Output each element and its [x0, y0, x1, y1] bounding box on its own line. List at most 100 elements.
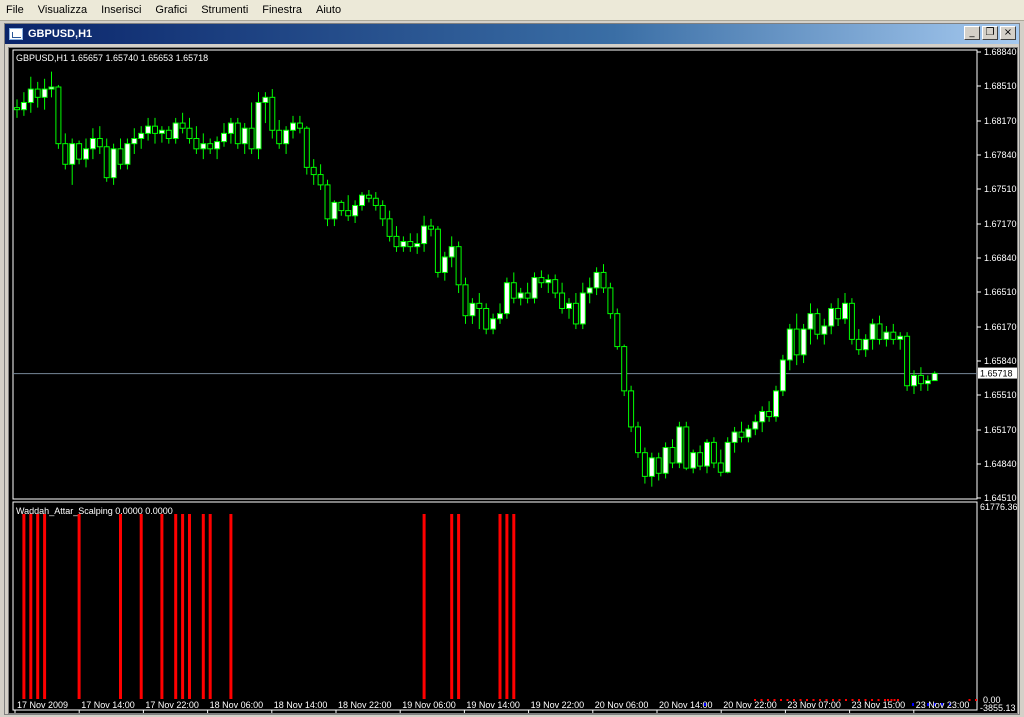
candle-bear	[669, 447, 676, 464]
candle-bull	[566, 302, 572, 309]
candle-bull	[786, 328, 793, 361]
indicator-spike	[208, 514, 212, 699]
candle-bear	[428, 225, 434, 230]
candle-bull	[131, 138, 138, 145]
candle-bear	[717, 462, 724, 473]
restore-button[interactable]: ❐	[982, 26, 998, 40]
price-tick-label: 1.66840	[984, 253, 1017, 263]
candle-bull	[579, 292, 586, 325]
candle-bull	[931, 372, 938, 382]
candle-bear	[303, 127, 310, 168]
window-titlebar[interactable]: GBPUSD,H1 _ ❐ ×	[5, 24, 1019, 44]
candle-bull	[745, 428, 752, 438]
time-tick-label: 18 Nov 06:00	[210, 700, 264, 710]
price-tick-label: 1.65840	[984, 356, 1017, 366]
indicator-dot-red	[780, 699, 782, 701]
candle-bear	[835, 307, 842, 320]
time-tick-label: 20 Nov 22:00	[723, 700, 777, 710]
price-tick-label: 1.67510	[984, 184, 1017, 194]
time-tick-label: 17 Nov 14:00	[81, 700, 135, 710]
time-tick-label: 19 Nov 22:00	[531, 700, 585, 710]
candle-bull	[138, 132, 145, 140]
indicator-spike	[174, 514, 178, 699]
time-tick-label: 23 Nov 15:00	[852, 700, 906, 710]
candle-bear	[552, 279, 559, 294]
candle-bear	[641, 452, 648, 477]
candle-bear	[766, 410, 773, 418]
candle-bull	[545, 279, 552, 284]
candle-bull	[448, 246, 455, 258]
candle-bull	[497, 313, 503, 320]
candle-bull	[124, 143, 131, 165]
candle-bull	[779, 359, 786, 392]
candle-bull	[283, 129, 290, 145]
candle-bear	[890, 331, 897, 340]
candle-bull	[490, 318, 497, 330]
indicator-spike	[188, 514, 191, 699]
menu-aiuto[interactable]: Aiuto	[310, 0, 349, 21]
candle-bear	[34, 88, 41, 98]
candle-bull	[676, 426, 683, 464]
candle-bear	[234, 122, 241, 145]
menu-finestra[interactable]: Finestra	[256, 0, 310, 21]
candle-bear	[614, 313, 621, 348]
candle-bull	[221, 132, 227, 143]
time-tick-label: 19 Nov 06:00	[402, 700, 456, 710]
time-tick-label: 20 Nov 14:00	[659, 700, 713, 710]
candle-bear	[462, 284, 469, 317]
candle-bear	[814, 313, 821, 335]
candle-bear	[483, 307, 490, 330]
close-button[interactable]: ×	[1000, 26, 1016, 40]
menu-file[interactable]: File	[0, 0, 32, 21]
candle-bear	[103, 146, 110, 179]
candle-bull	[400, 241, 407, 248]
minimize-button[interactable]: _	[964, 26, 980, 40]
candle-bull	[862, 338, 869, 351]
candle-bull	[517, 292, 524, 299]
candle-bull	[586, 287, 593, 294]
candle-bull	[331, 201, 338, 220]
candle-bull	[352, 204, 359, 217]
candle-bull	[69, 143, 76, 165]
candle-bear	[207, 143, 214, 150]
candle-bear	[186, 127, 193, 140]
candle-bull	[441, 256, 448, 273]
price-tick-label: 1.64840	[984, 459, 1017, 469]
candle-bull	[359, 194, 365, 206]
indicator-spike	[457, 514, 461, 699]
candle-bull	[110, 148, 117, 179]
candle-bear	[338, 201, 345, 212]
candle-bear	[393, 235, 400, 248]
candle-bull	[262, 96, 269, 103]
candle-bear	[559, 292, 566, 309]
price-tick-label: 1.67170	[984, 219, 1017, 229]
price-tick-label: 1.68840	[984, 48, 1017, 57]
candle-bear	[697, 452, 704, 467]
time-tick-label: 23 Nov 23:00	[916, 700, 970, 710]
candle-bear	[193, 138, 200, 150]
candle-bull	[145, 125, 152, 134]
candle-bear	[276, 129, 283, 145]
time-tick-label: 18 Nov 14:00	[274, 700, 328, 710]
candle-bear	[476, 302, 483, 309]
chart-area[interactable]: GBPUSD,H1 1.65657 1.65740 1.65653 1.6571…	[8, 47, 1018, 714]
indicator-spike	[450, 514, 454, 699]
candle-bear	[738, 431, 745, 438]
indicator-spike	[119, 514, 122, 699]
candle-bear	[572, 302, 579, 325]
candle-bear	[407, 241, 414, 248]
price-tick-label: 1.65510	[984, 390, 1017, 400]
menu-grafici[interactable]: Grafici	[149, 0, 195, 21]
menu-bar: File Visualizza Inserisci Grafici Strumenti F…	[0, 0, 1024, 21]
menu-strumenti[interactable]: Strumenti	[195, 0, 256, 21]
indicator-spike	[201, 514, 205, 699]
candle-bull	[800, 328, 807, 356]
menu-inserisci[interactable]: Inserisci	[95, 0, 149, 21]
candle-bull	[704, 441, 710, 467]
menu-visualizza[interactable]: Visualizza	[32, 0, 95, 21]
candle-bull	[48, 86, 55, 90]
candle-bear	[510, 282, 517, 299]
indicator-spike	[29, 514, 33, 699]
chart-canvas[interactable]: GBPUSD,H1 1.65657 1.65740 1.65653 1.6571…	[9, 48, 1017, 713]
candle-bull	[828, 307, 835, 327]
